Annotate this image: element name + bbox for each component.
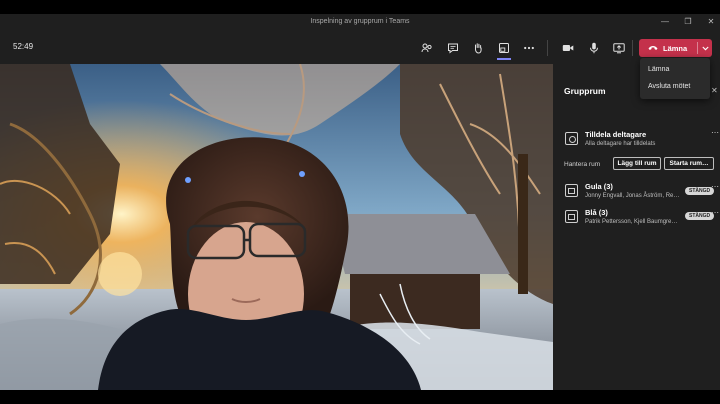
leave-label: Lämna (663, 43, 688, 53)
window-title: Inspelning av grupprum i Teams (310, 18, 410, 25)
window-controls: — ❐ ✕ (660, 16, 716, 28)
close-icon[interactable]: ✕ (706, 16, 716, 28)
start-rooms-button[interactable]: Starta rum… (664, 157, 714, 170)
bottom-letterbox (0, 390, 720, 404)
room-more-icon[interactable]: ⋯ (711, 182, 719, 191)
room-more-icon[interactable]: ⋯ (711, 208, 719, 217)
toolbar-divider (632, 40, 633, 56)
room-status-badge: STÄNGD (685, 187, 715, 195)
leave-dropdown-menu: Lämna Avsluta mötet (640, 58, 710, 99)
manage-rooms-label: Hantera rum (564, 161, 601, 168)
toolbar-divider (547, 40, 548, 56)
assign-participants-icon (565, 132, 578, 145)
chevron-down-icon[interactable] (698, 46, 712, 51)
assign-subtitle: Alla deltagare har tilldelats (585, 141, 656, 147)
add-room-button[interactable]: Lägg till rum (613, 157, 661, 170)
room-icon (565, 210, 578, 223)
participant-video (0, 64, 553, 390)
room-name: Gula (3) (585, 182, 613, 191)
leave-button[interactable]: Lämna (639, 39, 712, 57)
breakout-rooms-panel: Grupprum ✕ Tilldela deltagare Alla delta… (553, 64, 720, 390)
minimize-icon[interactable]: — (660, 16, 670, 28)
assign-more-icon[interactable]: ⋯ (711, 128, 719, 137)
meeting-timer: 52:49 (13, 42, 34, 51)
menu-item-end-meeting[interactable]: Avsluta mötet (640, 78, 710, 95)
leave-main-button[interactable]: Lämna (639, 44, 697, 53)
camera-icon[interactable] (561, 41, 575, 55)
assign-title: Tilldela deltagare (585, 130, 647, 139)
assign-participants[interactable]: Tilldela deltagare Alla deltagare har ti… (565, 130, 655, 149)
raise-hand-icon[interactable] (471, 41, 485, 55)
maximize-icon[interactable]: ❐ (683, 16, 693, 28)
more-options-icon[interactable] (522, 41, 536, 55)
meeting-toolbar: 52:49 (0, 34, 720, 60)
video-feed-image (0, 64, 553, 390)
share-screen-icon[interactable] (612, 41, 626, 55)
breakout-rooms-icon[interactable] (420, 41, 434, 55)
room-name: Blå (3) (585, 208, 608, 217)
menu-item-leave[interactable]: Lämna (640, 61, 710, 78)
hang-up-icon (648, 46, 658, 50)
room-participants: Patrik Pettersson, Kjell Baumgre… (585, 219, 678, 225)
room-status-badge: STÄNGD (685, 212, 715, 220)
microphone-icon[interactable] (587, 41, 601, 55)
panel-title: Grupprum (564, 86, 606, 96)
top-letterbox (0, 0, 720, 14)
close-panel-icon[interactable]: ✕ (711, 86, 718, 95)
chat-icon[interactable] (446, 41, 460, 55)
room-participants: Jonny Engvall, Jonas Åström, Re… (585, 193, 680, 199)
rooms-icon[interactable] (497, 41, 511, 60)
room-icon (565, 184, 578, 197)
